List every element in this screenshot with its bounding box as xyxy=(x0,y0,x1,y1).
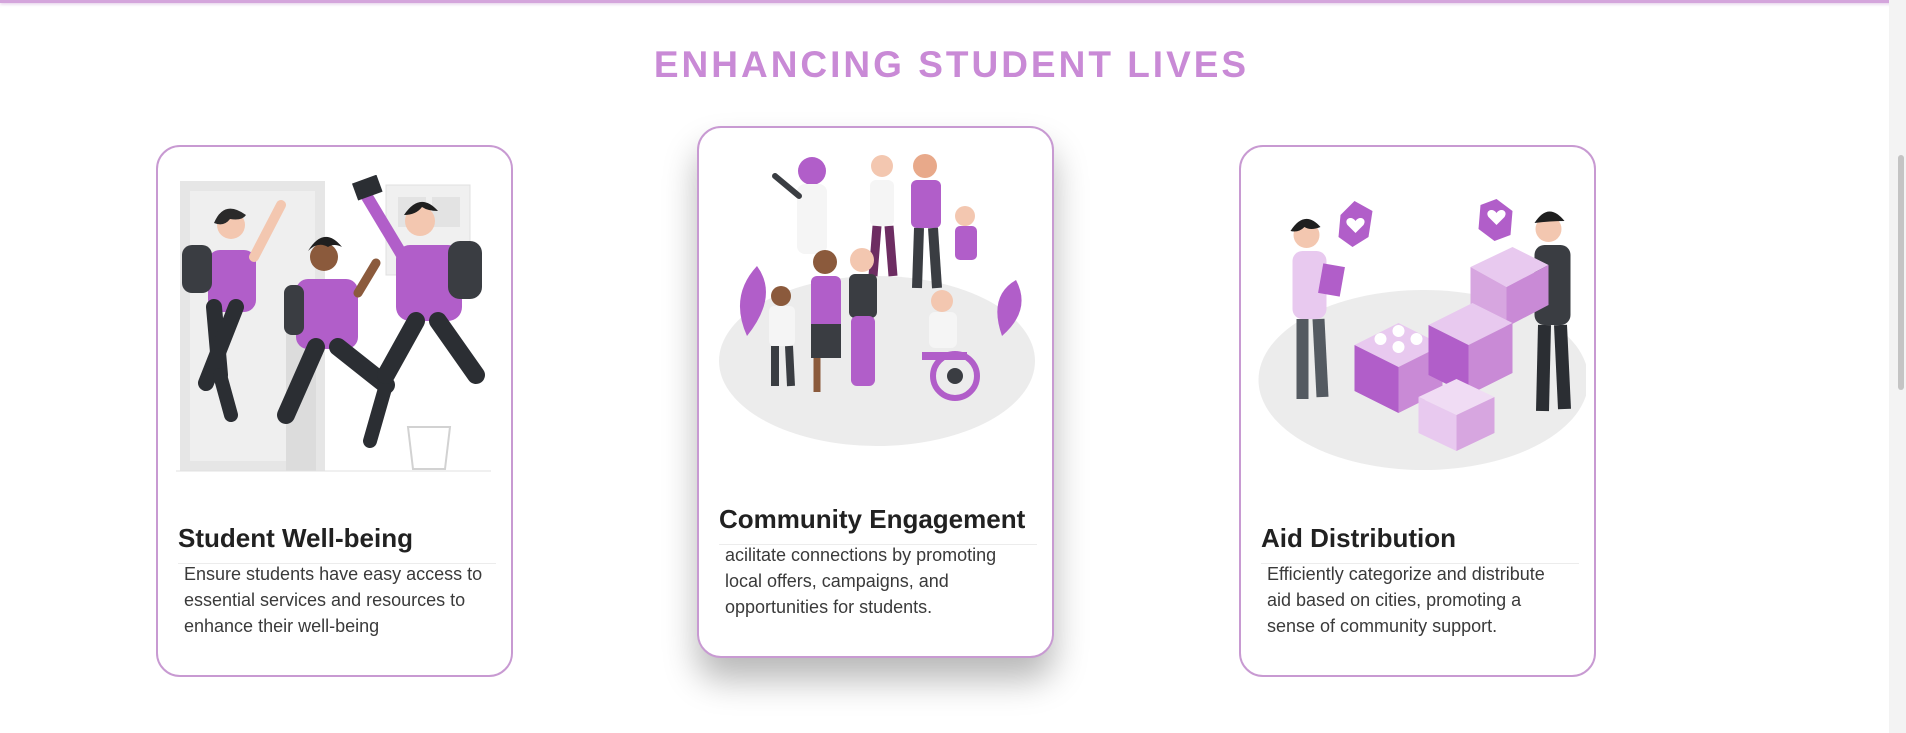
card-student-wellbeing: Student Well-being Ensure students have … xyxy=(156,145,513,677)
card-description: Ensure students have easy access to esse… xyxy=(184,564,483,636)
card-title: Aid Distribution xyxy=(1261,523,1456,553)
card-title: Community Engagement xyxy=(719,504,1026,534)
aid-boxes-illustration xyxy=(1258,199,1586,470)
card-description: acilitate connections by promoting local… xyxy=(725,545,997,617)
community-group-illustration xyxy=(719,154,1035,446)
section-title: ENHANCING STUDENT LIVES xyxy=(653,44,1250,85)
card-description: Efficiently categorize and distribute ai… xyxy=(1267,564,1545,636)
students-jumping-illustration xyxy=(176,175,491,472)
card-title: Student Well-being xyxy=(178,523,413,553)
card-aid-distribution: Aid Distribution Efficiently categorize … xyxy=(1239,145,1596,677)
card-community-engagement: Community Engagement acilitate connectio… xyxy=(697,126,1054,658)
page-scrollbar-thumb[interactable] xyxy=(1898,155,1904,390)
header-bottom-border xyxy=(0,0,1906,3)
